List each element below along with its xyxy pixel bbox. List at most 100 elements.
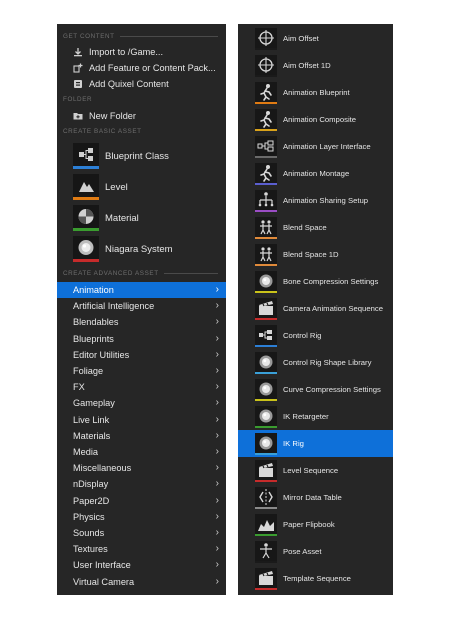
category-materials[interactable]: Materials ›: [57, 428, 226, 444]
new-folder-item[interactable]: New Folder: [57, 108, 226, 123]
asset-item-label: IK Retargeter: [283, 412, 329, 421]
asset-item-aim-offset-1d[interactable]: Aim Offset 1D: [238, 52, 393, 79]
chevron-right-icon: ›: [215, 332, 219, 344]
category-blueprints[interactable]: Blueprints ›: [57, 331, 226, 347]
animation-layer-interface-icon: [255, 135, 277, 158]
asset-item-label: Animation Composite: [283, 115, 357, 124]
category-physics[interactable]: Physics ›: [57, 509, 226, 525]
asset-item-ik-rig[interactable]: IK Rig: [238, 430, 393, 457]
asset-item-animation-sharing-setup[interactable]: Animation Sharing Setup: [238, 187, 393, 214]
asset-item-label: Curve Compression Settings: [283, 385, 381, 394]
quixel-icon: [73, 79, 83, 89]
asset-item-mirror-data-table[interactable]: Mirror Data Table: [238, 484, 393, 511]
asset-item-control-rig-shape-library[interactable]: Control Rig Shape Library: [238, 349, 393, 376]
pose-asset-icon: [255, 540, 277, 563]
section-header-create-basic-asset: CREATE BASIC ASSET: [63, 128, 142, 135]
category-media[interactable]: Media ›: [57, 444, 226, 460]
asset-item-control-rig[interactable]: Control Rig: [238, 322, 393, 349]
category-label: Animation: [73, 285, 114, 296]
chevron-right-icon: ›: [215, 429, 219, 441]
category-user-interface[interactable]: User Interface ›: [57, 557, 226, 573]
asset-item-animation-blueprint[interactable]: Animation Blueprint: [238, 79, 393, 106]
control-rig-shape-library-icon: [255, 351, 277, 374]
category-blendables[interactable]: Blendables ›: [57, 314, 226, 330]
asset-item-bone-compression-settings[interactable]: Bone Compression Settings: [238, 268, 393, 295]
category-textures[interactable]: Textures ›: [57, 541, 226, 557]
category-label: Paper2D: [73, 495, 110, 506]
category-live-link[interactable]: Live Link ›: [57, 412, 226, 428]
asset-item-label: IK Rig: [283, 439, 304, 448]
template-sequence-icon: [255, 567, 277, 590]
category-artificial-intelligence[interactable]: Artificial Intelligence ›: [57, 298, 226, 314]
chevron-right-icon: ›: [215, 575, 219, 587]
niagara-system-item[interactable]: Niagara System: [57, 234, 226, 264]
level-item[interactable]: Level: [57, 172, 226, 202]
chevron-right-icon: ›: [215, 284, 219, 296]
asset-item-label: Aim Offset 1D: [283, 61, 331, 70]
asset-item-blend-space[interactable]: Blend Space: [238, 214, 393, 241]
asset-item-level-sequence[interactable]: Level Sequence: [238, 457, 393, 484]
asset-item-label: Level Sequence: [283, 466, 339, 475]
asset-item-label: Blend Space 1D: [283, 250, 339, 259]
category-label: Foliage: [73, 366, 104, 377]
asset-item-curve-compression-settings[interactable]: Curve Compression Settings: [238, 376, 393, 403]
chevron-right-icon: ›: [215, 462, 219, 474]
asset-item-animation-composite[interactable]: Animation Composite: [238, 106, 393, 133]
asset-item-blend-space-1d[interactable]: Blend Space 1D: [238, 241, 393, 268]
add-feature-or-content-pack-item[interactable]: Add Feature or Content Pack...: [57, 60, 226, 75]
asset-item-animation-layer-interface[interactable]: Animation Layer Interface: [238, 133, 393, 160]
asset-item-label: Blend Space: [283, 223, 327, 232]
category-ndisplay[interactable]: nDisplay ›: [57, 476, 226, 492]
category-foliage[interactable]: Foliage ›: [57, 363, 226, 379]
category-virtual-camera[interactable]: Virtual Camera ›: [57, 574, 226, 590]
category-label: Gameplay: [73, 398, 115, 409]
category-label: Artificial Intelligence: [73, 301, 155, 312]
category-label: Physics: [73, 511, 105, 522]
chevron-right-icon: ›: [215, 397, 219, 409]
category-paper2d[interactable]: Paper2D ›: [57, 493, 226, 509]
category-fx[interactable]: FX ›: [57, 379, 226, 395]
chevron-right-icon: ›: [215, 316, 219, 328]
camera-animation-sequence-icon: [255, 297, 277, 320]
chevron-right-icon: ›: [215, 446, 219, 458]
asset-item-animation-montage[interactable]: Animation Montage: [238, 160, 393, 187]
section-header-get-content: GET CONTENT: [63, 31, 218, 42]
category-label: nDisplay: [73, 479, 109, 490]
asset-item-camera-animation-sequence[interactable]: Camera Animation Sequence: [238, 295, 393, 322]
mirror-data-table-icon: [255, 486, 277, 509]
asset-item-ik-retargeter[interactable]: IK Retargeter: [238, 403, 393, 430]
import-to-game-item[interactable]: Import to /Game...: [57, 44, 226, 59]
category-gameplay[interactable]: Gameplay ›: [57, 395, 226, 411]
asset-item-label: Animation Sharing Setup: [283, 196, 369, 205]
category-label: Materials: [73, 430, 111, 441]
chevron-right-icon: ›: [215, 543, 219, 555]
asset-item-label: Camera Animation Sequence: [283, 304, 383, 313]
add-quixel-content-item[interactable]: Add Quixel Content: [57, 76, 226, 91]
asset-item-label: Control Rig Shape Library: [283, 358, 372, 367]
chevron-right-icon: ›: [215, 300, 219, 312]
asset-item-pose-asset[interactable]: Pose Asset: [238, 538, 393, 565]
asset-item-template-sequence[interactable]: Template Sequence: [238, 565, 393, 592]
chevron-right-icon: ›: [215, 559, 219, 571]
curve-compression-settings-icon: [255, 378, 277, 401]
blend-space-icon: [255, 216, 277, 239]
asset-item-paper-flipbook[interactable]: Paper Flipbook: [238, 511, 393, 538]
asset-item-label: Mirror Data Table: [283, 493, 342, 502]
new-folder-icon: [73, 111, 83, 121]
category-label: User Interface: [73, 560, 131, 571]
asset-item-aim-offset[interactable]: Aim Offset: [238, 25, 393, 52]
chevron-right-icon: ›: [215, 365, 219, 377]
category-label: FX: [73, 382, 85, 393]
category-editor-utilities[interactable]: Editor Utilities ›: [57, 347, 226, 363]
category-sounds[interactable]: Sounds ›: [57, 525, 226, 541]
category-label: Miscellaneous: [73, 463, 132, 474]
material-item[interactable]: Material: [57, 203, 226, 233]
category-miscellaneous[interactable]: Miscellaneous ›: [57, 460, 226, 476]
add-feature-icon: [73, 63, 83, 73]
chevron-right-icon: ›: [215, 478, 219, 490]
material-icon: [73, 205, 99, 231]
ik-rig-icon: [255, 432, 277, 455]
blueprint-class-item[interactable]: Blueprint Class: [57, 141, 226, 171]
category-animation[interactable]: Animation ›: [57, 282, 226, 299]
animation-montage-icon: [255, 162, 277, 185]
